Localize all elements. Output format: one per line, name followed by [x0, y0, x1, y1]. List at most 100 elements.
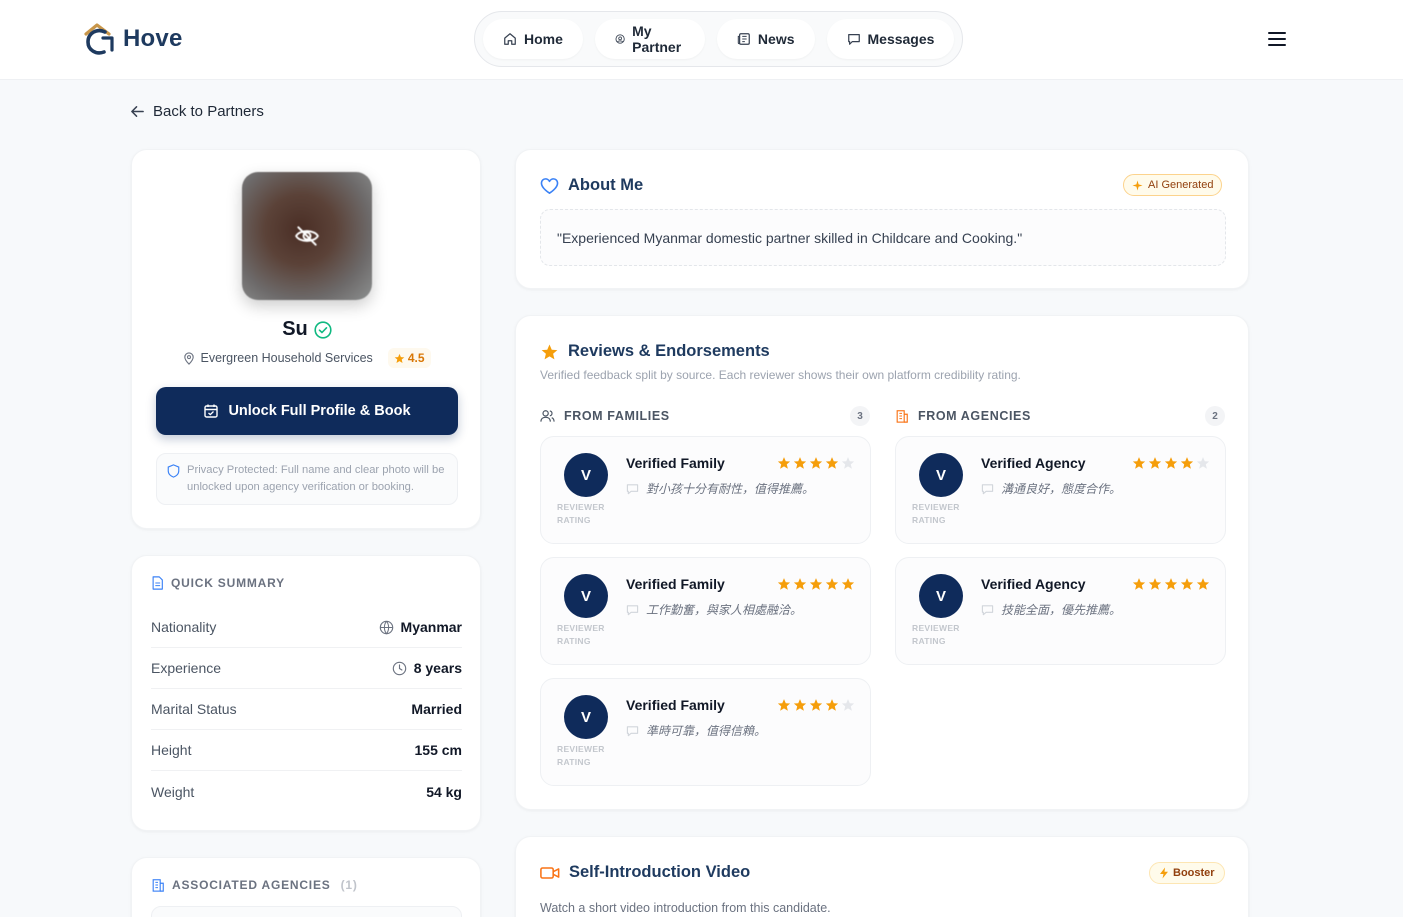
agencies-label-wrap: FROM AGENCIES — [895, 409, 1031, 423]
about-me-title: About Me — [568, 176, 644, 194]
reviewer-rating-label: REVIEWER RATING — [557, 502, 605, 525]
summary-row-weight: Weight 54 kg — [151, 771, 462, 812]
unlock-button-label: Unlock Full Profile & Book — [228, 403, 411, 419]
reviewer-rating-label: REVIEWER RATING — [912, 502, 960, 525]
back-to-partners-link[interactable]: Back to Partners — [130, 103, 264, 120]
nav-my-partner[interactable]: My Partner — [594, 19, 705, 59]
reviews-card: Reviews & Endorsements Verified feedback… — [515, 315, 1249, 810]
calendar-check-icon — [204, 404, 219, 418]
families-count: 3 — [850, 406, 870, 426]
quick-summary-card: QUICK SUMMARY Nationality Myanmar Experi… — [131, 555, 481, 831]
booster-label: Booster — [1173, 867, 1215, 879]
families-label-wrap: FROM FAMILIES — [540, 409, 670, 423]
home-icon — [504, 33, 516, 45]
star-filled-icon — [777, 457, 791, 469]
star-icon — [394, 353, 405, 363]
review-card-family-1: V REVIEWER RATING Verified Family 對小孩十分有… — [540, 436, 871, 544]
heart-icon — [540, 177, 559, 194]
reviewer-name: Verified Family — [626, 697, 725, 713]
associated-agencies-heading: ASSOCIATED AGENCIES (1) — [151, 878, 358, 892]
nav-messages[interactable]: Messages — [826, 19, 955, 59]
hamburger-icon[interactable] — [1266, 28, 1288, 50]
summary-value: Married — [411, 701, 462, 717]
nav-home[interactable]: Home — [483, 19, 583, 59]
lightning-icon — [1160, 867, 1168, 879]
review-card-family-2: V REVIEWER RATING Verified Family 工作勤奮，與… — [540, 557, 871, 665]
review-text: 技能全面，優先推薦。 — [1001, 603, 1122, 617]
quick-summary-title: QUICK SUMMARY — [171, 576, 285, 590]
reviewer-avatar: V — [564, 574, 608, 618]
reviews-subtitle: Verified feedback split by source. Each … — [540, 368, 1021, 382]
star-filled-icon — [777, 699, 791, 711]
logo-text: Hove — [123, 25, 183, 52]
associated-agencies-card: ASSOCIATED AGENCIES (1) — [131, 857, 481, 917]
building-icon — [896, 410, 908, 423]
review-text-row: 溝通良好，態度合作。 — [981, 480, 1121, 497]
star-filled-icon — [809, 578, 823, 590]
unlock-profile-button[interactable]: Unlock Full Profile & Book — [156, 387, 458, 435]
star-filled-icon — [825, 457, 839, 469]
review-text-row: 對小孩十分有耐性，值得推薦。 — [626, 480, 814, 497]
star-filled-icon — [825, 578, 839, 590]
associated-agency-item[interactable] — [151, 906, 462, 917]
star-rating — [1132, 577, 1210, 591]
eye-off-icon — [295, 226, 319, 246]
verified-check-icon — [314, 320, 332, 339]
star-filled-icon — [1164, 457, 1178, 469]
ai-badge-label: AI Generated — [1148, 179, 1214, 191]
reviewer-name: Verified Agency — [981, 576, 1086, 592]
comment-icon — [981, 604, 994, 615]
about-me-heading: About Me — [540, 176, 643, 195]
summary-row-marital-status: Marital Status Married — [151, 689, 462, 730]
reviewer-avatar: V — [919, 574, 963, 618]
users-icon — [540, 410, 555, 422]
reviewer-avatar: V — [919, 453, 963, 497]
profile-agency-row: Evergreen Household Services 4.5 — [132, 348, 482, 368]
review-card-family-3: V REVIEWER RATING Verified Family 準時可靠，值… — [540, 678, 871, 786]
comment-icon — [626, 483, 639, 494]
star-filled-icon — [1132, 578, 1146, 590]
star-empty-icon — [1196, 457, 1210, 469]
review-text: 準時可靠，值得信賴。 — [646, 724, 767, 738]
about-me-text: "Experienced Myanmar domestic partner sk… — [557, 229, 1023, 246]
summary-value: 54 kg — [426, 783, 462, 800]
document-icon — [152, 576, 163, 590]
rating-value: 4.5 — [407, 351, 425, 365]
review-card-agency-2: V REVIEWER RATING Verified Agency 技能全面，優… — [895, 557, 1226, 665]
review-text-row: 技能全面，優先推薦。 — [981, 601, 1121, 618]
agencies-count: 2 — [1205, 406, 1225, 426]
clock-icon — [392, 661, 406, 675]
video-camera-icon — [540, 866, 560, 879]
summary-label: Marital Status — [151, 701, 237, 717]
star-rating — [777, 456, 855, 470]
nav-home-label: Home — [524, 31, 563, 47]
nav-messages-label: Messages — [867, 31, 935, 47]
summary-value: Myanmar — [400, 619, 462, 635]
comment-icon — [626, 604, 639, 615]
star-filled-icon — [825, 699, 839, 711]
star-filled-icon — [793, 699, 807, 711]
summary-row-nationality: Nationality Myanmar — [151, 607, 462, 648]
star-filled-icon — [1180, 457, 1194, 469]
nav-news[interactable]: News — [716, 19, 815, 59]
about-me-card: About Me AI Generated "Experienced Myanm… — [515, 149, 1249, 289]
star-filled-icon — [1180, 578, 1194, 590]
privacy-text: Privacy Protected: Full name and clear p… — [187, 464, 445, 493]
reviewer-rating-label: REVIEWER RATING — [557, 744, 605, 767]
star-filled-icon — [793, 457, 807, 469]
nav-news-label: News — [757, 31, 795, 47]
privacy-note: Privacy Protected: Full name and clear p… — [156, 453, 458, 505]
user-circle-icon — [615, 34, 625, 44]
arrow-left-icon — [131, 106, 144, 117]
summary-label: Height — [151, 742, 192, 758]
comment-icon — [981, 483, 994, 494]
review-text-row: 工作勤奮，與家人相處融洽。 — [626, 601, 802, 618]
nav-my-partner-label: My Partner — [632, 23, 682, 55]
star-empty-icon — [841, 457, 855, 469]
comment-icon — [626, 725, 639, 736]
star-filled-icon — [809, 699, 823, 711]
profile-name: Su — [282, 318, 308, 340]
video-heading: Self-Introduction Video — [540, 863, 750, 882]
blurred-profile-photo — [242, 172, 372, 300]
logo[interactable]: Hove — [81, 20, 183, 58]
